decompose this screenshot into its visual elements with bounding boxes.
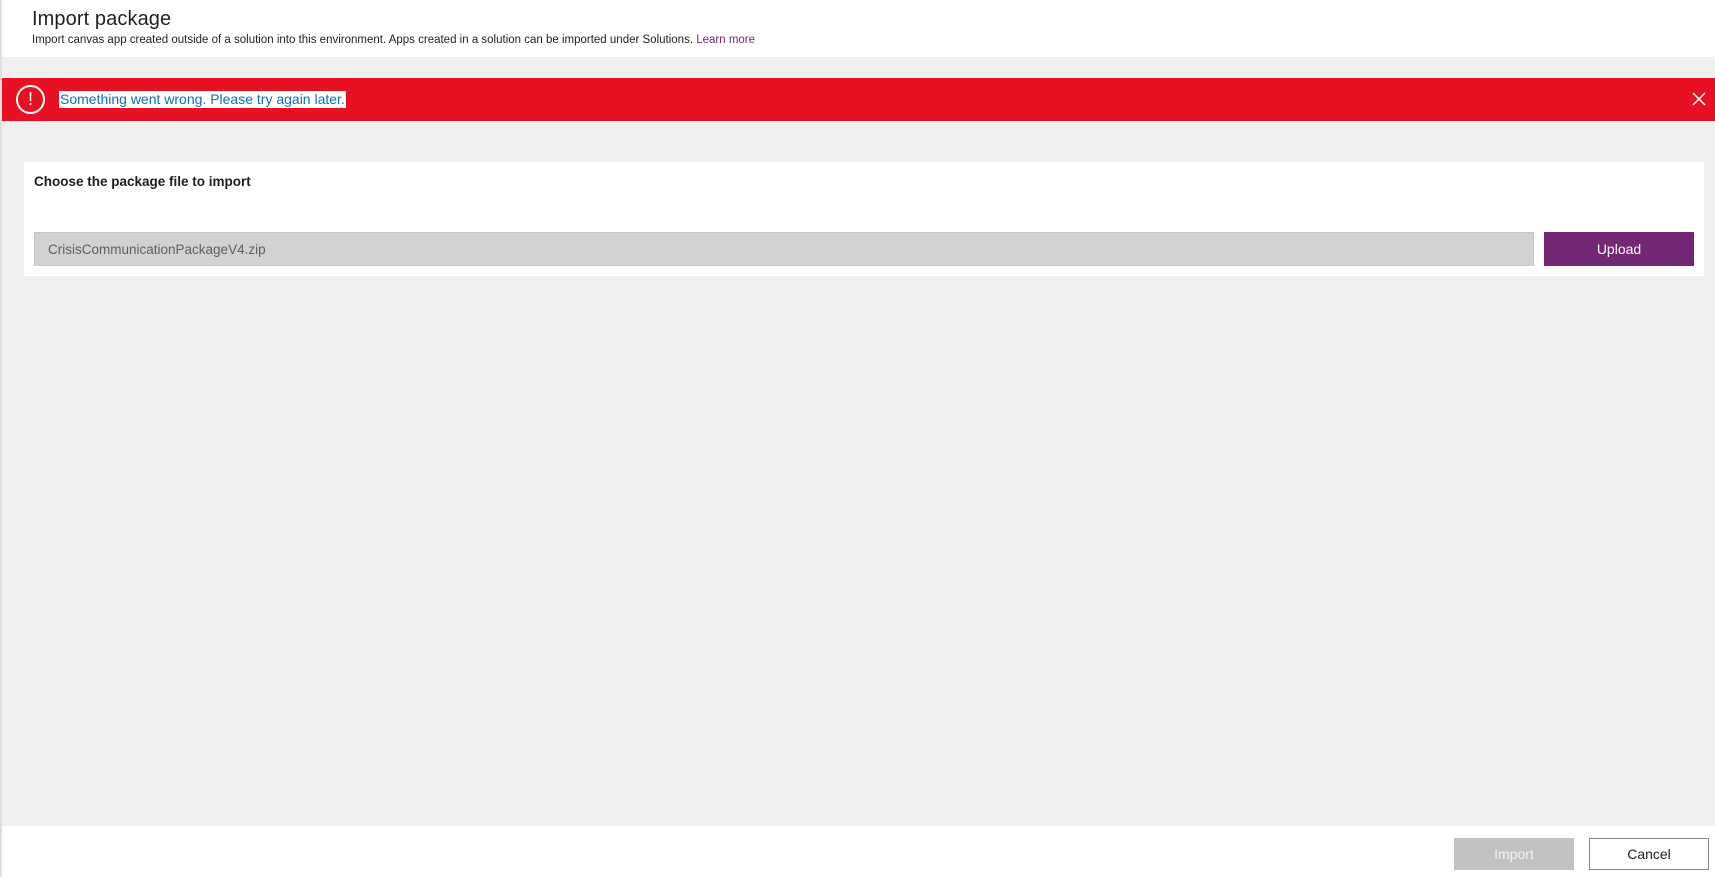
- import-package-page: Import package Import canvas app created…: [0, 0, 1715, 877]
- page-description: Import canvas app created outside of a s…: [32, 34, 694, 46]
- page-header: Import package Import canvas app created…: [2, 0, 1715, 57]
- footer-bar: Import Cancel: [2, 826, 1715, 877]
- package-file-label: Choose the package file to import: [34, 174, 251, 189]
- package-file-input[interactable]: [34, 232, 1534, 266]
- close-icon[interactable]: [1689, 89, 1709, 109]
- upload-button[interactable]: Upload: [1544, 232, 1694, 266]
- cancel-button[interactable]: Cancel: [1589, 838, 1709, 870]
- error-banner: ! Something went wrong. Please try again…: [2, 78, 1715, 121]
- learn-more-link[interactable]: Learn more: [696, 34, 755, 46]
- error-circle-icon: !: [16, 85, 45, 114]
- import-button[interactable]: Import: [1454, 838, 1574, 870]
- page-subtitle: Import canvas app created outside of a s…: [32, 34, 755, 46]
- package-file-card: Choose the package file to import Upload: [24, 162, 1704, 276]
- page-title: Import package: [32, 8, 172, 30]
- error-message: Something went wrong. Please try again l…: [59, 91, 346, 108]
